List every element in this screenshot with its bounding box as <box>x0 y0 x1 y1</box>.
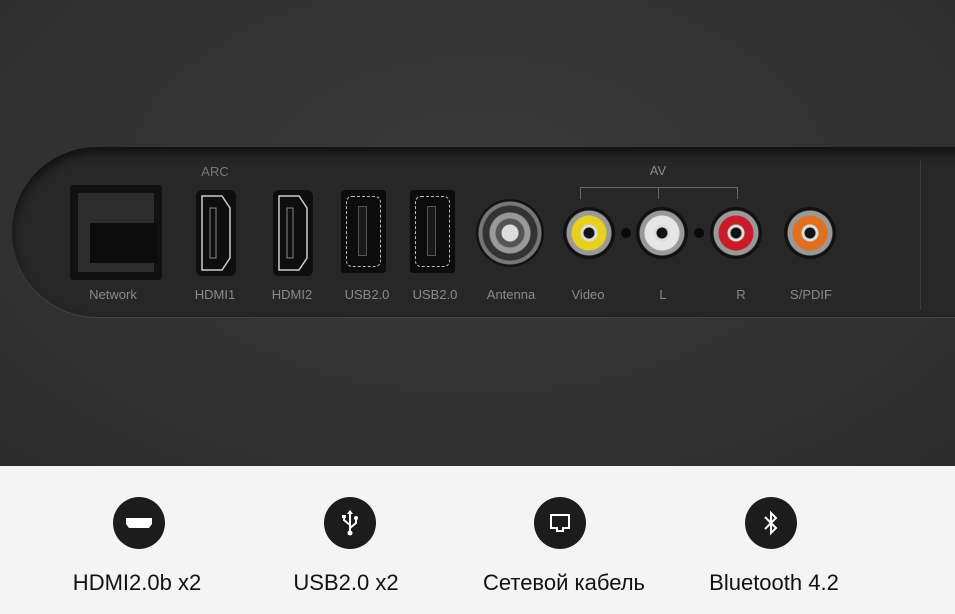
feature-bluetooth-label: Bluetooth 4.2 <box>709 570 839 595</box>
jack-separator <box>694 228 704 238</box>
usb1-label: USB2.0 <box>344 287 390 302</box>
network-label: Network <box>89 287 137 302</box>
antenna-port <box>476 199 544 267</box>
hdmi2-label: HDMI2 <box>271 287 313 302</box>
audio-r-label: R <box>736 287 746 302</box>
feature-usb-label: USB2.0 x2 <box>293 570 399 595</box>
usb-icon <box>324 497 376 549</box>
tv-rear-panel-photo: Network ARC HDMI1 HDMI2 USB2.0 USB2.0 An… <box>0 0 955 466</box>
audio-l-jack <box>636 207 688 259</box>
video-jack <box>563 207 615 259</box>
network-port <box>70 185 162 280</box>
arc-label: ARC <box>201 164 229 179</box>
video-label: Video <box>571 287 605 302</box>
av-label: AV <box>649 163 667 178</box>
ethernet-icon <box>534 497 586 549</box>
usb2-label: USB2.0 <box>412 287 458 302</box>
audio-l-label: L <box>659 287 667 302</box>
hdmi1-port <box>196 190 236 276</box>
hdmi1-label: HDMI1 <box>194 287 236 302</box>
feature-hdmi-label: HDMI2.0b x2 <box>72 570 202 595</box>
bluetooth-icon <box>745 497 797 549</box>
spdif-jack <box>784 207 836 259</box>
spdif-label: S/PDIF <box>790 287 832 302</box>
audio-r-jack <box>710 207 762 259</box>
usb1-port <box>341 190 386 273</box>
hdmi2-port <box>273 190 313 276</box>
usb2-port <box>410 190 455 273</box>
hdmi-icon <box>113 497 165 549</box>
av-bracket <box>580 187 738 199</box>
feature-network-label: Сетевой кабель <box>482 570 646 595</box>
av-bracket-tick <box>658 187 659 199</box>
antenna-label: Antenna <box>486 287 536 302</box>
panel-divider <box>920 160 921 310</box>
jack-separator <box>621 228 631 238</box>
